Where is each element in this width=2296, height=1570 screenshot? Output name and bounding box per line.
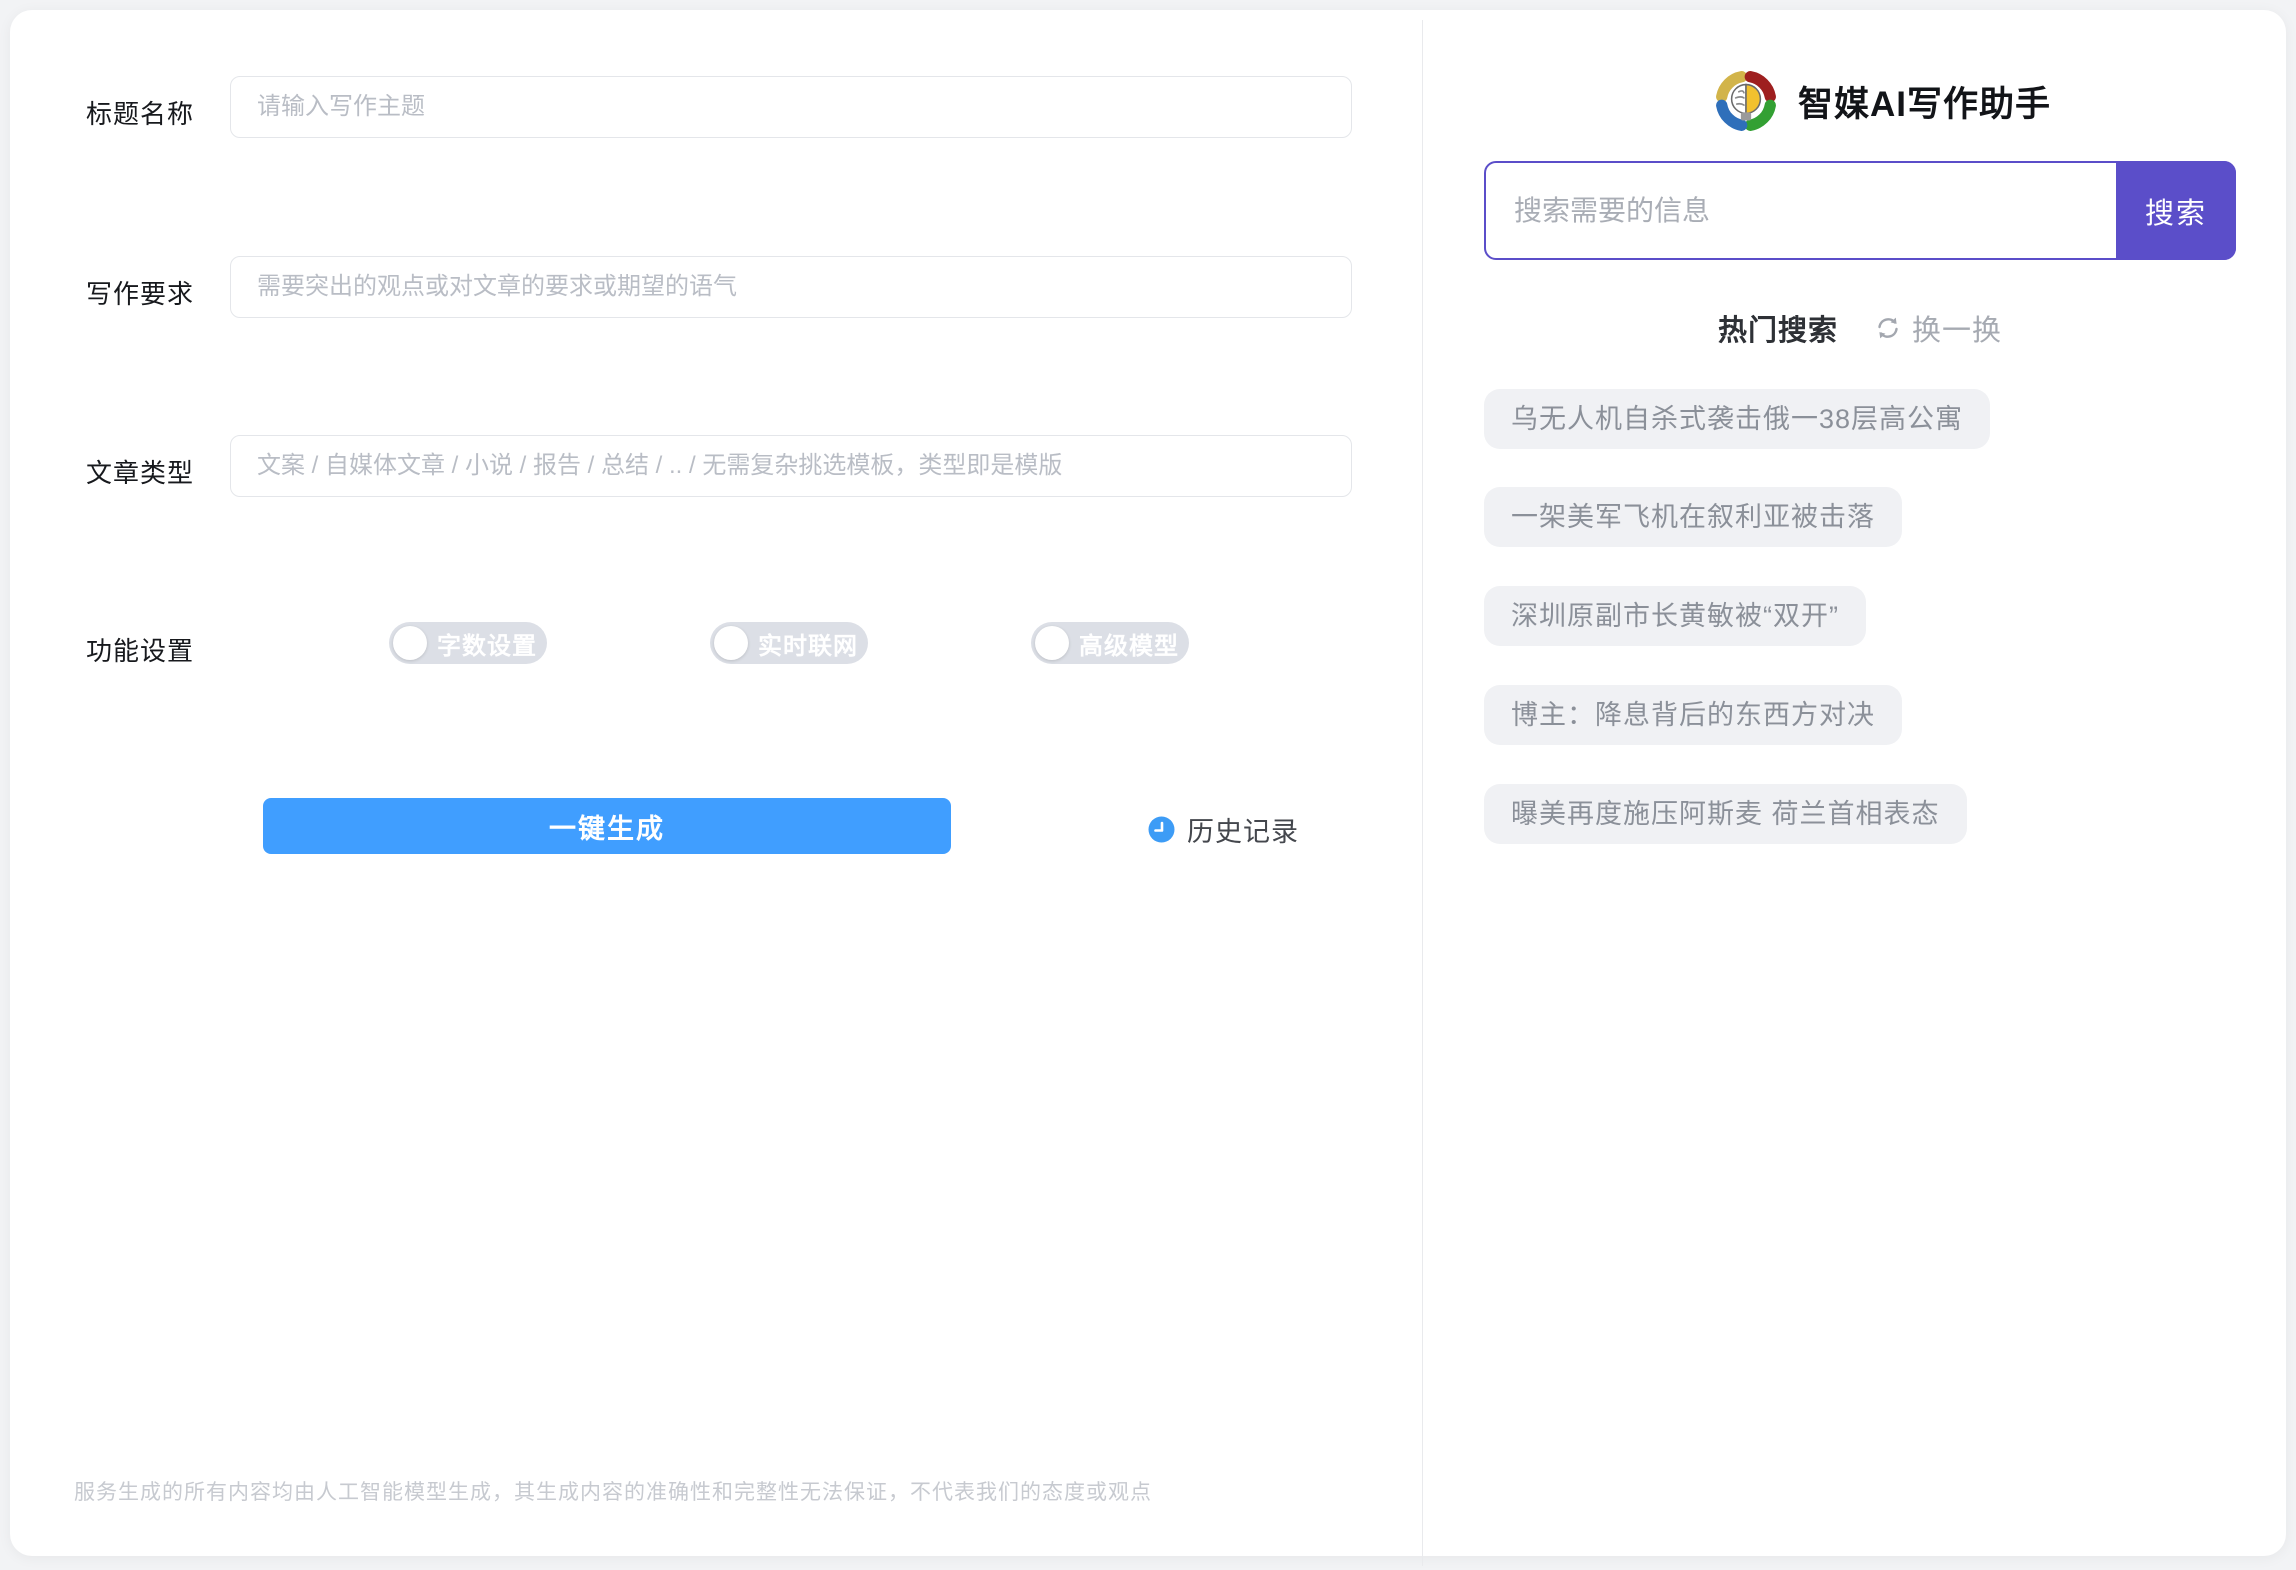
- search-bar: 搜索: [1484, 161, 2236, 260]
- refresh-icon: [1878, 317, 1898, 339]
- panel-divider: [1422, 20, 1423, 1566]
- toggle-knob: [393, 626, 427, 660]
- requirements-input[interactable]: [230, 256, 1352, 318]
- toggle-realtime-web-label: 实时联网: [758, 632, 858, 660]
- brand-header: 智媒AI写作助手: [1710, 65, 2051, 137]
- toggle-advanced-model[interactable]: 高级模型: [1031, 622, 1189, 664]
- hot-search-item[interactable]: 乌无人机自杀式袭击俄一38层高公寓: [1484, 389, 1991, 449]
- search-button[interactable]: 搜索: [2116, 161, 2236, 260]
- toggle-word-count-label: 字数设置: [437, 632, 537, 660]
- refresh-hot-search-button[interactable]: 换一换: [1874, 307, 2002, 349]
- history-button[interactable]: 历史记录: [1148, 810, 1299, 849]
- app-logo-icon: [1716, 71, 1776, 131]
- title-field-label: 标题名称: [86, 99, 195, 129]
- refresh-label: 换一换: [1912, 315, 2003, 347]
- toggle-word-count[interactable]: 字数设置: [389, 622, 547, 664]
- hot-search-item[interactable]: 一架美军飞机在叙利亚被击落: [1484, 487, 1902, 547]
- toggle-knob: [1035, 626, 1069, 660]
- requirements-field-label: 写作要求: [86, 279, 195, 309]
- hot-search-title: 热门搜索: [1717, 315, 1838, 347]
- article-type-input[interactable]: [230, 435, 1352, 497]
- history-label: 历史记录: [1187, 817, 1299, 847]
- disclaimer-text: 服务生成的所有内容均由人工智能模型生成，其生成内容的准确性和完整性无法保证，不代…: [74, 1481, 1152, 1504]
- hot-search-item[interactable]: 曝美再度施压阿斯麦 荷兰首相表态: [1484, 784, 1967, 844]
- toggle-advanced-model-label: 高级模型: [1079, 632, 1179, 660]
- toggle-knob: [714, 626, 748, 660]
- main-card: 标题名称 写作要求 文章类型 功能设置 字数设置 实时联网 高级模型 一键生成 …: [10, 10, 2286, 1566]
- generate-button[interactable]: 一键生成: [263, 798, 951, 854]
- article-type-field-label: 文章类型: [86, 458, 195, 488]
- clock-icon: [1148, 816, 1175, 843]
- hot-search-item[interactable]: 博主：降息背后的东西方对决: [1484, 685, 1902, 745]
- hot-search-header: 热门搜索 换一换: [1484, 307, 2236, 349]
- hot-search-item[interactable]: 深圳原副市长黄敏被“双开”: [1484, 586, 1866, 646]
- settings-label: 功能设置: [86, 636, 195, 666]
- title-input[interactable]: [230, 76, 1352, 138]
- toggle-realtime-web[interactable]: 实时联网: [710, 622, 868, 664]
- app-title: 智媒AI写作助手: [1798, 84, 2052, 124]
